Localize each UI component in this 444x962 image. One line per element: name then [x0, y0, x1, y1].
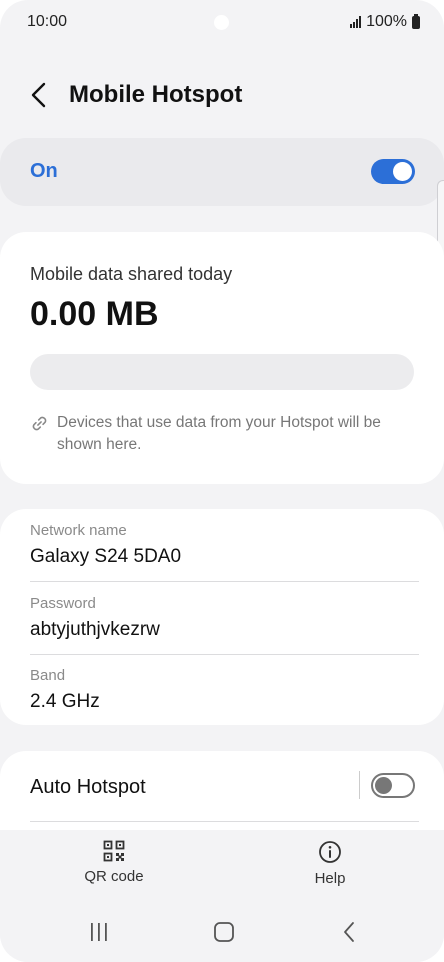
battery-icon — [412, 13, 420, 29]
navigation-bar — [0, 900, 444, 962]
qr-code-label: QR code — [84, 868, 144, 885]
password-value: abtyjuthjvkezrw — [30, 619, 160, 640]
help-button[interactable]: Help — [294, 840, 366, 887]
data-usage-label: Mobile data shared today — [30, 264, 233, 284]
network-name-row[interactable]: Network name Galaxy S24 5DA0 — [30, 522, 419, 568]
battery-level: 100% — [366, 13, 407, 30]
band-value: 2.4 GHz — [30, 691, 100, 712]
row-divider — [30, 821, 419, 822]
screen: 10:00 100% Mobile Hotspot On Mobile data… — [0, 0, 444, 962]
connected-devices-text: Devices that use data from your Hotspot … — [57, 414, 381, 453]
qr-code-button[interactable]: QR code — [78, 840, 150, 885]
data-usage-value: 0.00 MB — [30, 295, 159, 333]
status-indicators: 100% — [350, 13, 420, 31]
back-arrow-icon — [31, 82, 46, 108]
signal-icon — [350, 16, 362, 28]
password-label: Password — [30, 595, 96, 612]
network-name-label: Network name — [30, 522, 127, 539]
qr-code-icon — [103, 840, 125, 862]
home-icon — [214, 922, 234, 942]
header: Mobile Hotspot — [0, 70, 444, 122]
page-title: Mobile Hotspot — [69, 81, 243, 108]
connected-devices-info: Devices that use data from your Hotspot … — [30, 412, 414, 456]
password-row[interactable]: Password abtyjuthjvkezrw — [30, 595, 419, 641]
chevron-left-icon — [344, 922, 354, 942]
switch-knob — [375, 777, 392, 794]
band-row[interactable]: Band 2.4 GHz — [30, 667, 419, 713]
data-usage-bar — [30, 354, 414, 390]
hotspot-toggle-row[interactable]: On — [0, 138, 444, 206]
network-details-card: Network name Galaxy S24 5DA0 Password ab… — [0, 509, 444, 725]
band-label: Band — [30, 667, 66, 684]
nav-back-button[interactable] — [329, 916, 369, 948]
auto-hotspot-label[interactable]: Auto Hotspot — [30, 776, 146, 799]
link-icon — [32, 416, 47, 431]
auto-hotspot-switch[interactable] — [371, 773, 415, 798]
hotspot-switch[interactable] — [371, 159, 415, 184]
recents-icon — [91, 923, 107, 941]
back-button[interactable] — [22, 78, 56, 112]
vertical-divider — [359, 771, 360, 799]
data-usage-card: Mobile data shared today 0.00 MB Devices… — [0, 232, 444, 484]
hotspot-state-label: On — [30, 160, 58, 182]
help-label: Help — [314, 870, 346, 887]
network-name-value: Galaxy S24 5DA0 — [30, 546, 182, 567]
switch-knob — [393, 162, 412, 181]
row-divider — [30, 654, 419, 655]
recents-button[interactable] — [79, 916, 119, 948]
status-time: 10:00 — [27, 13, 68, 30]
bottom-actions: QR code Help — [0, 830, 444, 900]
info-icon — [319, 841, 341, 863]
row-divider — [30, 581, 419, 582]
status-bar: 10:00 100% — [0, 0, 444, 46]
front-camera — [214, 15, 229, 30]
home-button[interactable] — [204, 916, 244, 948]
